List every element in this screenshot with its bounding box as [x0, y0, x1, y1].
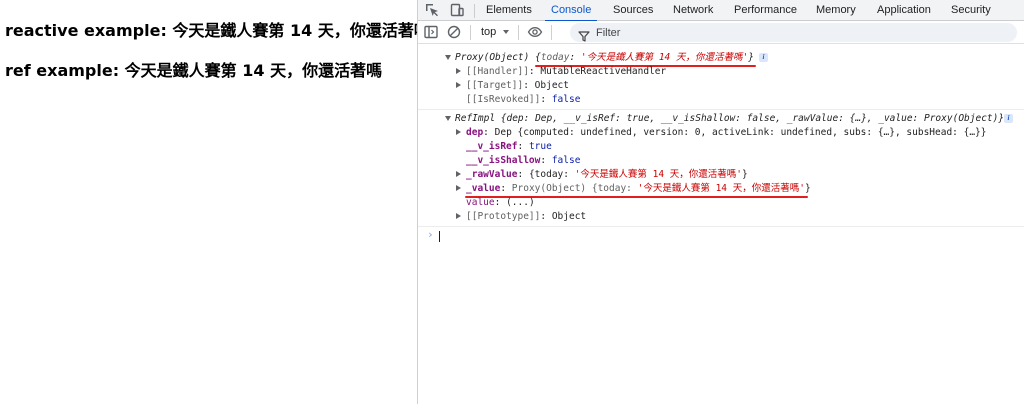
expand-caret-icon[interactable]	[445, 55, 451, 60]
info-icon[interactable]: i	[1004, 114, 1013, 123]
console-message-refimpl[interactable]: RefImpl {dep: Dep, __v_isRef: true, __v_…	[418, 112, 1024, 126]
v-isref-key: __v_isRef	[466, 141, 518, 152]
value-getter-key: value	[466, 197, 495, 208]
tab-memory[interactable]: Memory	[816, 0, 856, 21]
handler-value: MutableReactiveHandler	[540, 66, 667, 77]
devtools-panel: Elements Console Sources Network Perform…	[418, 0, 1024, 404]
rawvalue-string: '今天是鐵人賽第 14 天，你還活著嗎'	[574, 169, 743, 180]
prototype-value: Object	[551, 211, 587, 222]
handler-key: [[Handler]]	[466, 66, 529, 77]
expand-caret-icon[interactable]	[445, 116, 451, 121]
target-key: [[Target]]	[466, 80, 524, 91]
expand-caret-icon[interactable]	[456, 68, 461, 74]
info-icon[interactable]: i	[759, 53, 768, 62]
message-separator	[418, 226, 1024, 227]
toolbar-divider	[551, 25, 552, 40]
tab-console[interactable]: Console	[544, 0, 598, 22]
console-toolbar: top	[418, 21, 1024, 44]
tab-application[interactable]: Application	[877, 0, 931, 21]
message-separator	[418, 109, 1024, 110]
page-content: reactive example: 今天是鐵人賽第 14 天，你還活著嗎 ref…	[0, 0, 430, 404]
value-proxy-suffix: }	[804, 183, 811, 194]
dep-key: dep	[466, 127, 484, 138]
tab-performance[interactable]: Performance	[734, 0, 797, 21]
isrevoked-key: [[IsRevoked]]	[466, 94, 541, 105]
tab-security[interactable]: Security	[951, 0, 991, 21]
console-message-proxy[interactable]: Proxy(Object) {today: '今天是鐵人賽第 14 天，你還活著…	[418, 51, 1024, 65]
rawvalue-prefix: {today:	[528, 169, 575, 180]
expand-caret-icon[interactable]	[456, 213, 461, 219]
isrevoked-value: false	[551, 94, 581, 105]
value-proxy-prefix: Proxy(Object) {today:	[511, 183, 638, 194]
prototype-key: [[Prototype]]	[466, 211, 541, 222]
eye-icon[interactable]	[527, 24, 543, 40]
v-isref-value: true	[528, 141, 552, 152]
refimpl-summary: RefImpl {dep: Dep, __v_isRef: true, __v_…	[455, 113, 1005, 124]
filter-icon	[578, 27, 590, 42]
context-selector[interactable]: top	[481, 24, 496, 41]
dep-value: Dep {computed: undefined, version: 0, ac…	[494, 127, 987, 138]
value-getter-value[interactable]: (...)	[506, 197, 535, 208]
console-input-cursor[interactable]	[439, 231, 440, 242]
value-proxy-key: _value	[466, 183, 501, 194]
tab-divider	[474, 4, 475, 18]
value-proxy-string: '今天是鐵人賽第 14 天，你還活著嗎'	[637, 183, 805, 194]
toolbar-divider	[518, 25, 519, 40]
devtools-tabbar: Elements Console Sources Network Perform…	[418, 0, 1024, 22]
reactive-example-heading: reactive example: 今天是鐵人賽第 14 天，你還活著嗎	[5, 21, 430, 40]
target-value: Object	[534, 80, 569, 91]
v-isshallow-value: false	[551, 155, 581, 166]
rawvalue-key: _rawValue	[466, 169, 518, 180]
ref-example-heading: ref example: 今天是鐵人賽第 14 天，你還活著嗎	[5, 61, 383, 80]
inspect-element-icon[interactable]	[424, 2, 440, 18]
device-toolbar-icon[interactable]	[449, 2, 465, 18]
toolbar-divider	[470, 25, 471, 40]
tab-elements[interactable]: Elements	[486, 0, 532, 21]
console-prompt-icon: ›	[427, 228, 434, 241]
filter-box	[570, 23, 1017, 42]
sidebar-toggle-icon[interactable]	[423, 24, 439, 40]
chevron-down-icon	[503, 30, 509, 34]
expand-caret-icon[interactable]	[456, 171, 461, 177]
console-output: Proxy(Object) {today: '今天是鐵人賽第 14 天，你還活著…	[418, 45, 1024, 404]
v-isshallow-key: __v_isShallow	[466, 155, 541, 166]
expand-caret-icon[interactable]	[456, 129, 461, 135]
clear-console-icon[interactable]	[446, 24, 462, 40]
expand-caret-icon[interactable]	[456, 82, 461, 88]
rawvalue-suffix: }	[742, 169, 748, 180]
filter-input[interactable]	[596, 24, 996, 41]
proxy-preview-key: today	[540, 52, 570, 63]
tab-network[interactable]: Network	[673, 0, 713, 21]
proxy-label: Proxy(Object)	[455, 52, 530, 63]
tab-sources[interactable]: Sources	[613, 0, 653, 21]
expand-caret-icon[interactable]	[456, 185, 461, 191]
proxy-preview-value: '今天是鐵人賽第 14 天，你還活著嗎'	[580, 52, 749, 63]
